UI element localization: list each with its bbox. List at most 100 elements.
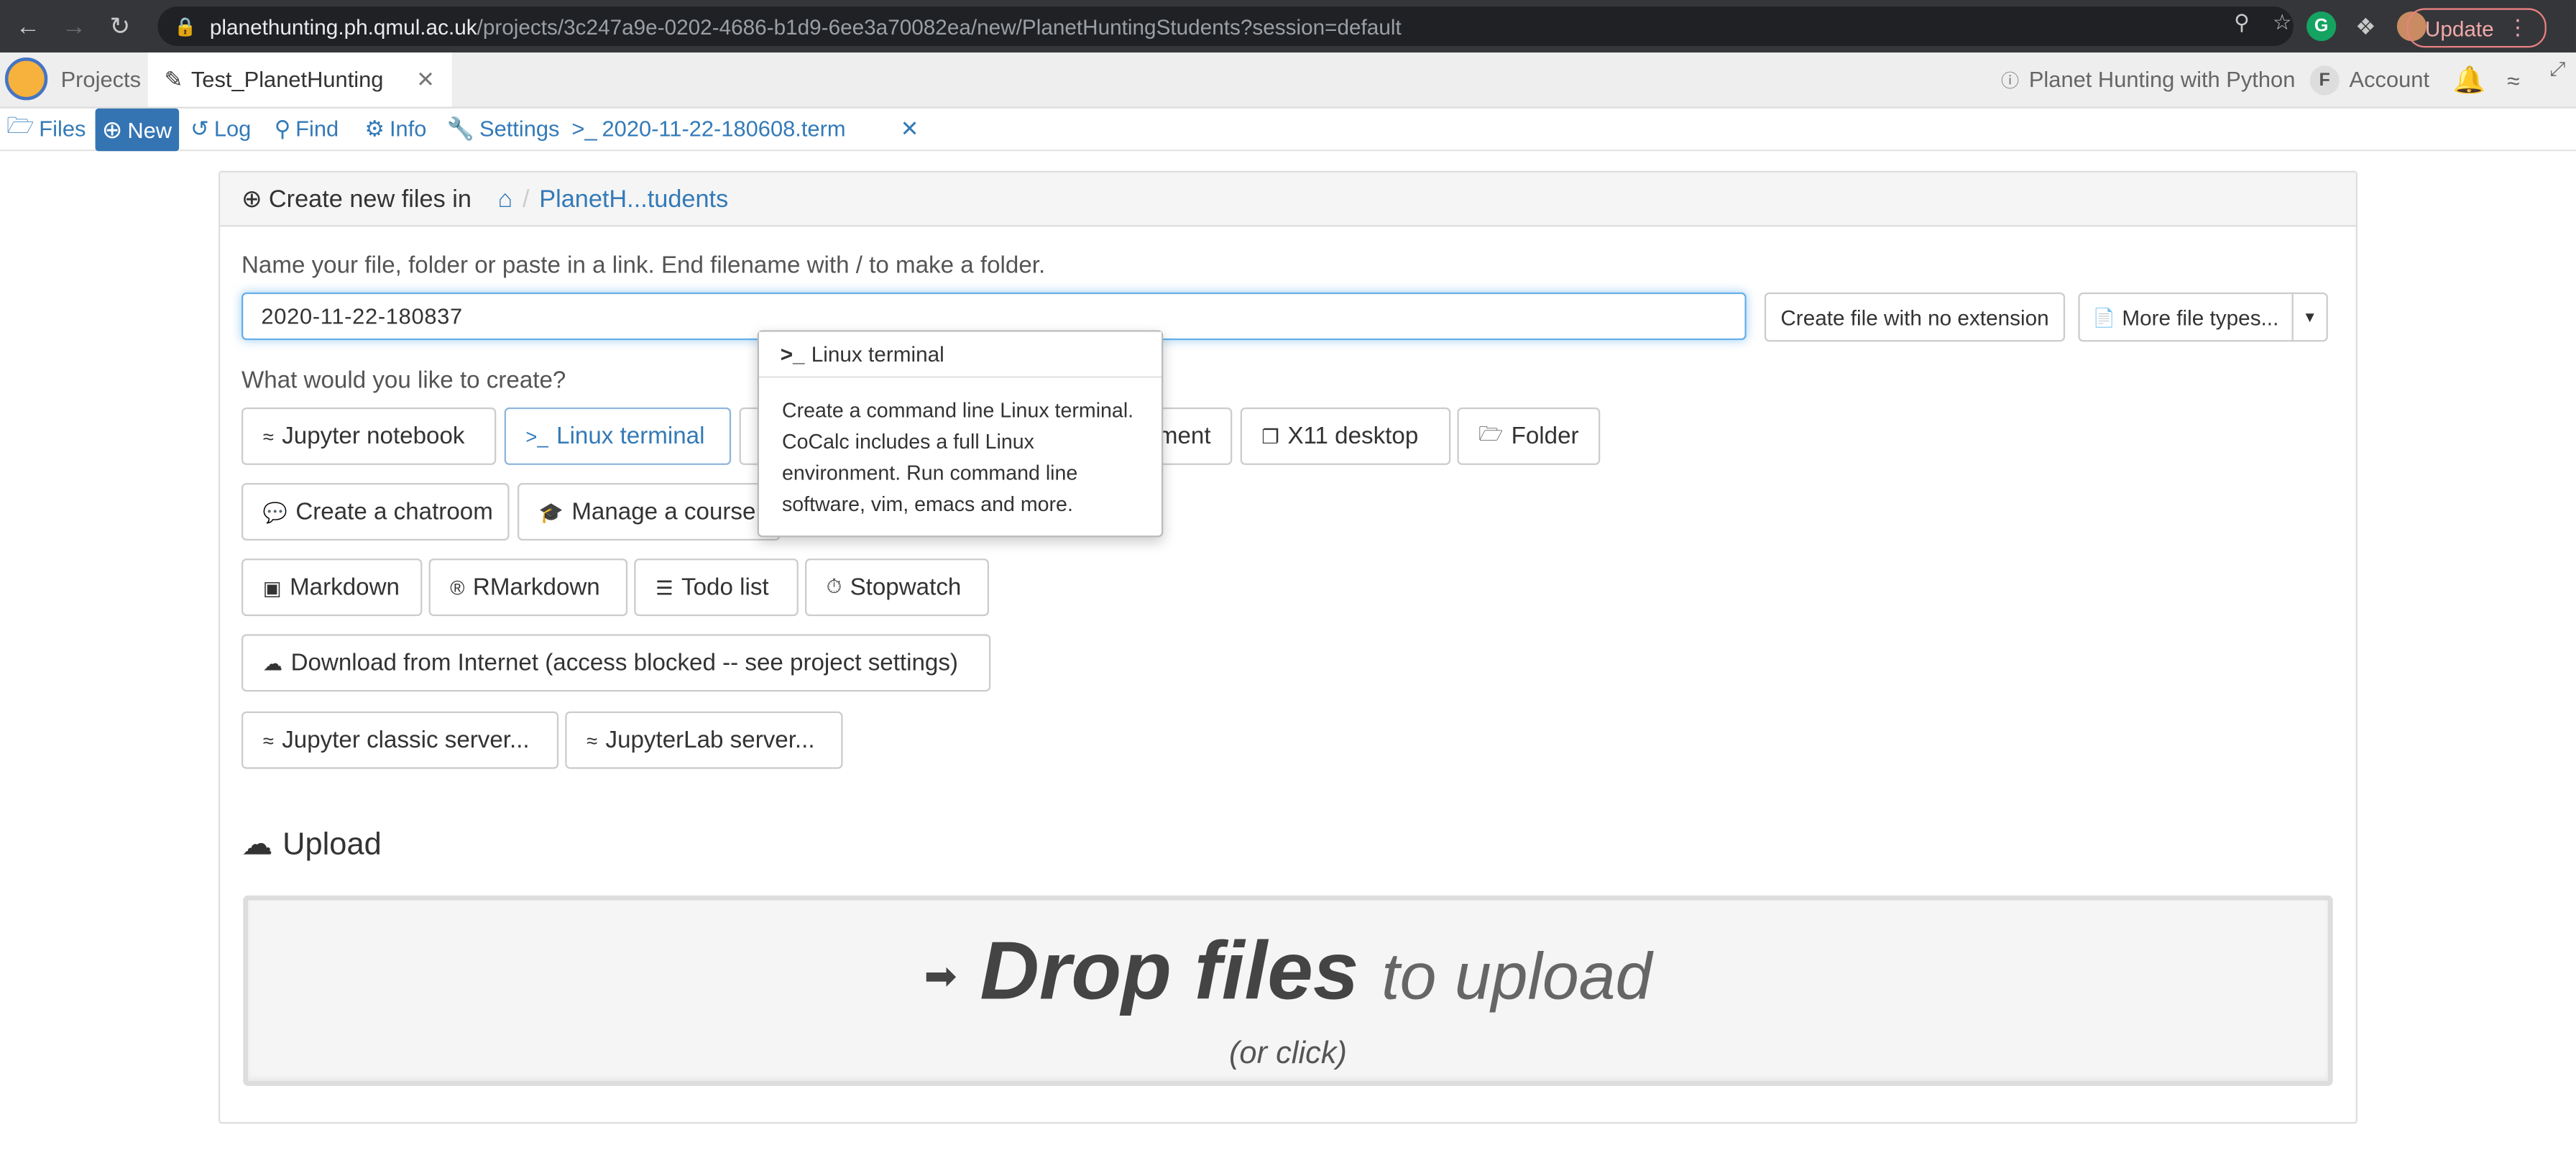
upload-title: Upload (282, 827, 382, 862)
extensions-puzzle-icon[interactable]: ❖ (2351, 12, 2380, 41)
todo-label: Todo list (681, 574, 769, 601)
download-label: Download from Internet (access blocked -… (290, 649, 958, 676)
course-label: Planet Hunting with Python (2028, 67, 2296, 92)
stopwatch-button[interactable]: ⏱ Stopwatch (804, 558, 989, 617)
close-file-tab-icon[interactable]: ✕ (901, 109, 919, 150)
jupyter-icon: ≈ (262, 728, 274, 752)
tab-project-active[interactable]: ✎ Test_PlanetHunting ✕ (147, 52, 451, 107)
tab-projects[interactable]: Projects (61, 52, 141, 106)
update-label: Update (2424, 15, 2494, 40)
dropzone-main-text: ➡ Drop files to upload (248, 924, 2328, 1019)
jupyter-icon: ≈ (262, 424, 274, 448)
log-label: Log (213, 116, 252, 142)
new-button[interactable]: ⊕ New (95, 108, 179, 152)
grammarly-extension-icon[interactable]: G (2306, 11, 2337, 42)
arrow-right-icon: ➡ (924, 955, 957, 1000)
more-file-types-label: More file types... (2122, 304, 2279, 330)
upload-heading: ☁ Upload (242, 827, 382, 865)
star-icon[interactable]: ☆ (2273, 10, 2292, 37)
forward-icon[interactable]: → (56, 8, 92, 44)
folder-button[interactable]: 🗁 Folder (1457, 407, 1601, 465)
lock-icon: 🔒 (174, 17, 197, 37)
edit-icon: ✎ (164, 66, 183, 91)
linux-label: Linux terminal (556, 423, 705, 450)
stopwatch-label: Stopwatch (850, 574, 962, 601)
create-no-extension-button[interactable]: Create file with no extension (1764, 292, 2066, 342)
chevron-down-icon[interactable]: ▼ (2291, 292, 2328, 342)
jupyterlab-button[interactable]: ≈ JupyterLab server... (565, 711, 843, 769)
close-tab-icon[interactable]: ✕ (416, 67, 435, 93)
list-icon: ☰ (655, 576, 673, 599)
history-icon: ↺ (190, 116, 209, 141)
file-tab-terminal[interactable]: >_ 2020-11-22-180608.term (571, 109, 845, 150)
terminal-icon: >_ (571, 116, 597, 142)
jlab-label: JupyterLab server... (605, 727, 815, 753)
rmarkdown-button[interactable]: ® RMarkdown (428, 558, 628, 617)
files-label: Files (39, 116, 86, 142)
r-icon: ® (450, 576, 465, 599)
panel-header: ⊕ Create new files in ⌂ / PlanetH...tude… (220, 172, 2356, 227)
panel-title: Create new files in (268, 185, 472, 213)
account-tab[interactable]: F Account (2309, 52, 2429, 106)
gear-icon: ⚙ (364, 116, 385, 141)
more-file-types-button[interactable]: 📄 More file types... (2078, 292, 2294, 342)
fullscreen-icon[interactable]: ⤢ (2549, 42, 2565, 96)
wrench-icon: 🔧 (446, 116, 475, 141)
address-bar[interactable]: 🔒 planethunting.ph.qmul.ac.uk /projects/… (157, 6, 2294, 46)
todo-list-button[interactable]: ☰ Todo list (634, 558, 799, 617)
back-icon[interactable]: ← (10, 8, 46, 44)
search-icon: ⚲ (274, 116, 291, 141)
file-icon: 📄 (2092, 308, 2116, 328)
reload-icon[interactable]: ↻ (102, 8, 138, 44)
markdown-icon: ▣ (262, 576, 282, 599)
jupyter-classic-button[interactable]: ≈ Jupyter classic server... (241, 711, 559, 769)
bell-icon[interactable]: 🔔 (2453, 52, 2486, 106)
new-label: New (127, 117, 172, 142)
wifi-icon: ≈ (2506, 66, 2520, 93)
markdown-label: Markdown (290, 574, 400, 601)
app-tabbar: Projects ✎ Test_PlanetHunting ✕ ⓘ Planet… (0, 52, 2576, 109)
markdown-button[interactable]: ▣ Markdown (241, 558, 423, 617)
create-new-panel: ⊕ Create new files in ⌂ / PlanetH...tude… (218, 170, 2358, 1124)
url-host: planethunting.ph.qmul.ac.uk (209, 14, 477, 39)
dropzone[interactable]: ➡ Drop files to upload (or click) (243, 895, 2333, 1086)
key-icon[interactable]: ⚲ (2234, 10, 2250, 37)
info-button[interactable]: ⚙ Info (364, 109, 426, 150)
jupyter-icon: ≈ (586, 728, 598, 752)
browser-toolbar: ← → ↻ 🔒 planethunting.ph.qmul.ac.uk /pro… (0, 0, 2576, 53)
settings-button[interactable]: 🔧 Settings (447, 109, 560, 150)
jclassic-label: Jupyter classic server... (282, 727, 530, 753)
tooltip-header: >_ Linux terminal (758, 331, 1162, 378)
info-label: Info (389, 116, 427, 142)
find-button[interactable]: ⚲ Find (275, 109, 339, 150)
folder-open-icon: 🗁 (6, 113, 34, 138)
chatroom-label: Create a chatroom (295, 498, 493, 525)
home-icon[interactable]: ⌂ (498, 185, 513, 213)
what-to-create-label: What would you like to create? (241, 367, 566, 395)
stopwatch-icon: ⏱ (826, 574, 842, 598)
tooltip-title: Linux terminal (811, 341, 944, 367)
update-button[interactable]: Update ⋮ (2406, 8, 2547, 48)
create-chatroom-button[interactable]: 💬 Create a chatroom (241, 482, 510, 541)
course-title[interactable]: ⓘ Planet Hunting with Python (2001, 52, 2295, 106)
jupyter-label: Jupyter notebook (282, 423, 465, 450)
x11-desktop-button[interactable]: ❐ X11 desktop (1240, 407, 1451, 465)
menu-dots-icon: ⋮ (2506, 14, 2529, 40)
filename-instructions: Name your file, folder or paste in a lin… (241, 252, 1046, 280)
linux-terminal-tooltip: >_ Linux terminal Create a command line … (757, 330, 1164, 538)
manage-course-button[interactable]: 🎓 Manage a course (517, 482, 781, 541)
breadcrumb-separator: / (522, 185, 530, 213)
course-label: Manage a course (571, 498, 756, 525)
jupyter-notebook-button[interactable]: ≈ Jupyter notebook (241, 407, 497, 465)
linux-terminal-button[interactable]: >_ Linux terminal (504, 407, 732, 465)
rmarkdown-label: RMarkdown (472, 574, 600, 601)
file-tab-label: 2020-11-22-180608.term (602, 116, 846, 142)
log-button[interactable]: ↺ Log (190, 109, 251, 150)
cloud-upload-icon: ☁ (241, 827, 273, 863)
breadcrumb-folder[interactable]: PlanetH...tudents (539, 185, 728, 213)
folder-label: Folder (1511, 423, 1579, 450)
download-internet-button[interactable]: ☁ Download from Internet (access blocked… (241, 634, 991, 692)
cocalc-logo[interactable] (4, 57, 48, 101)
window-icon: ❐ (1261, 424, 1280, 448)
files-button[interactable]: 🗁 Files (6, 109, 86, 150)
